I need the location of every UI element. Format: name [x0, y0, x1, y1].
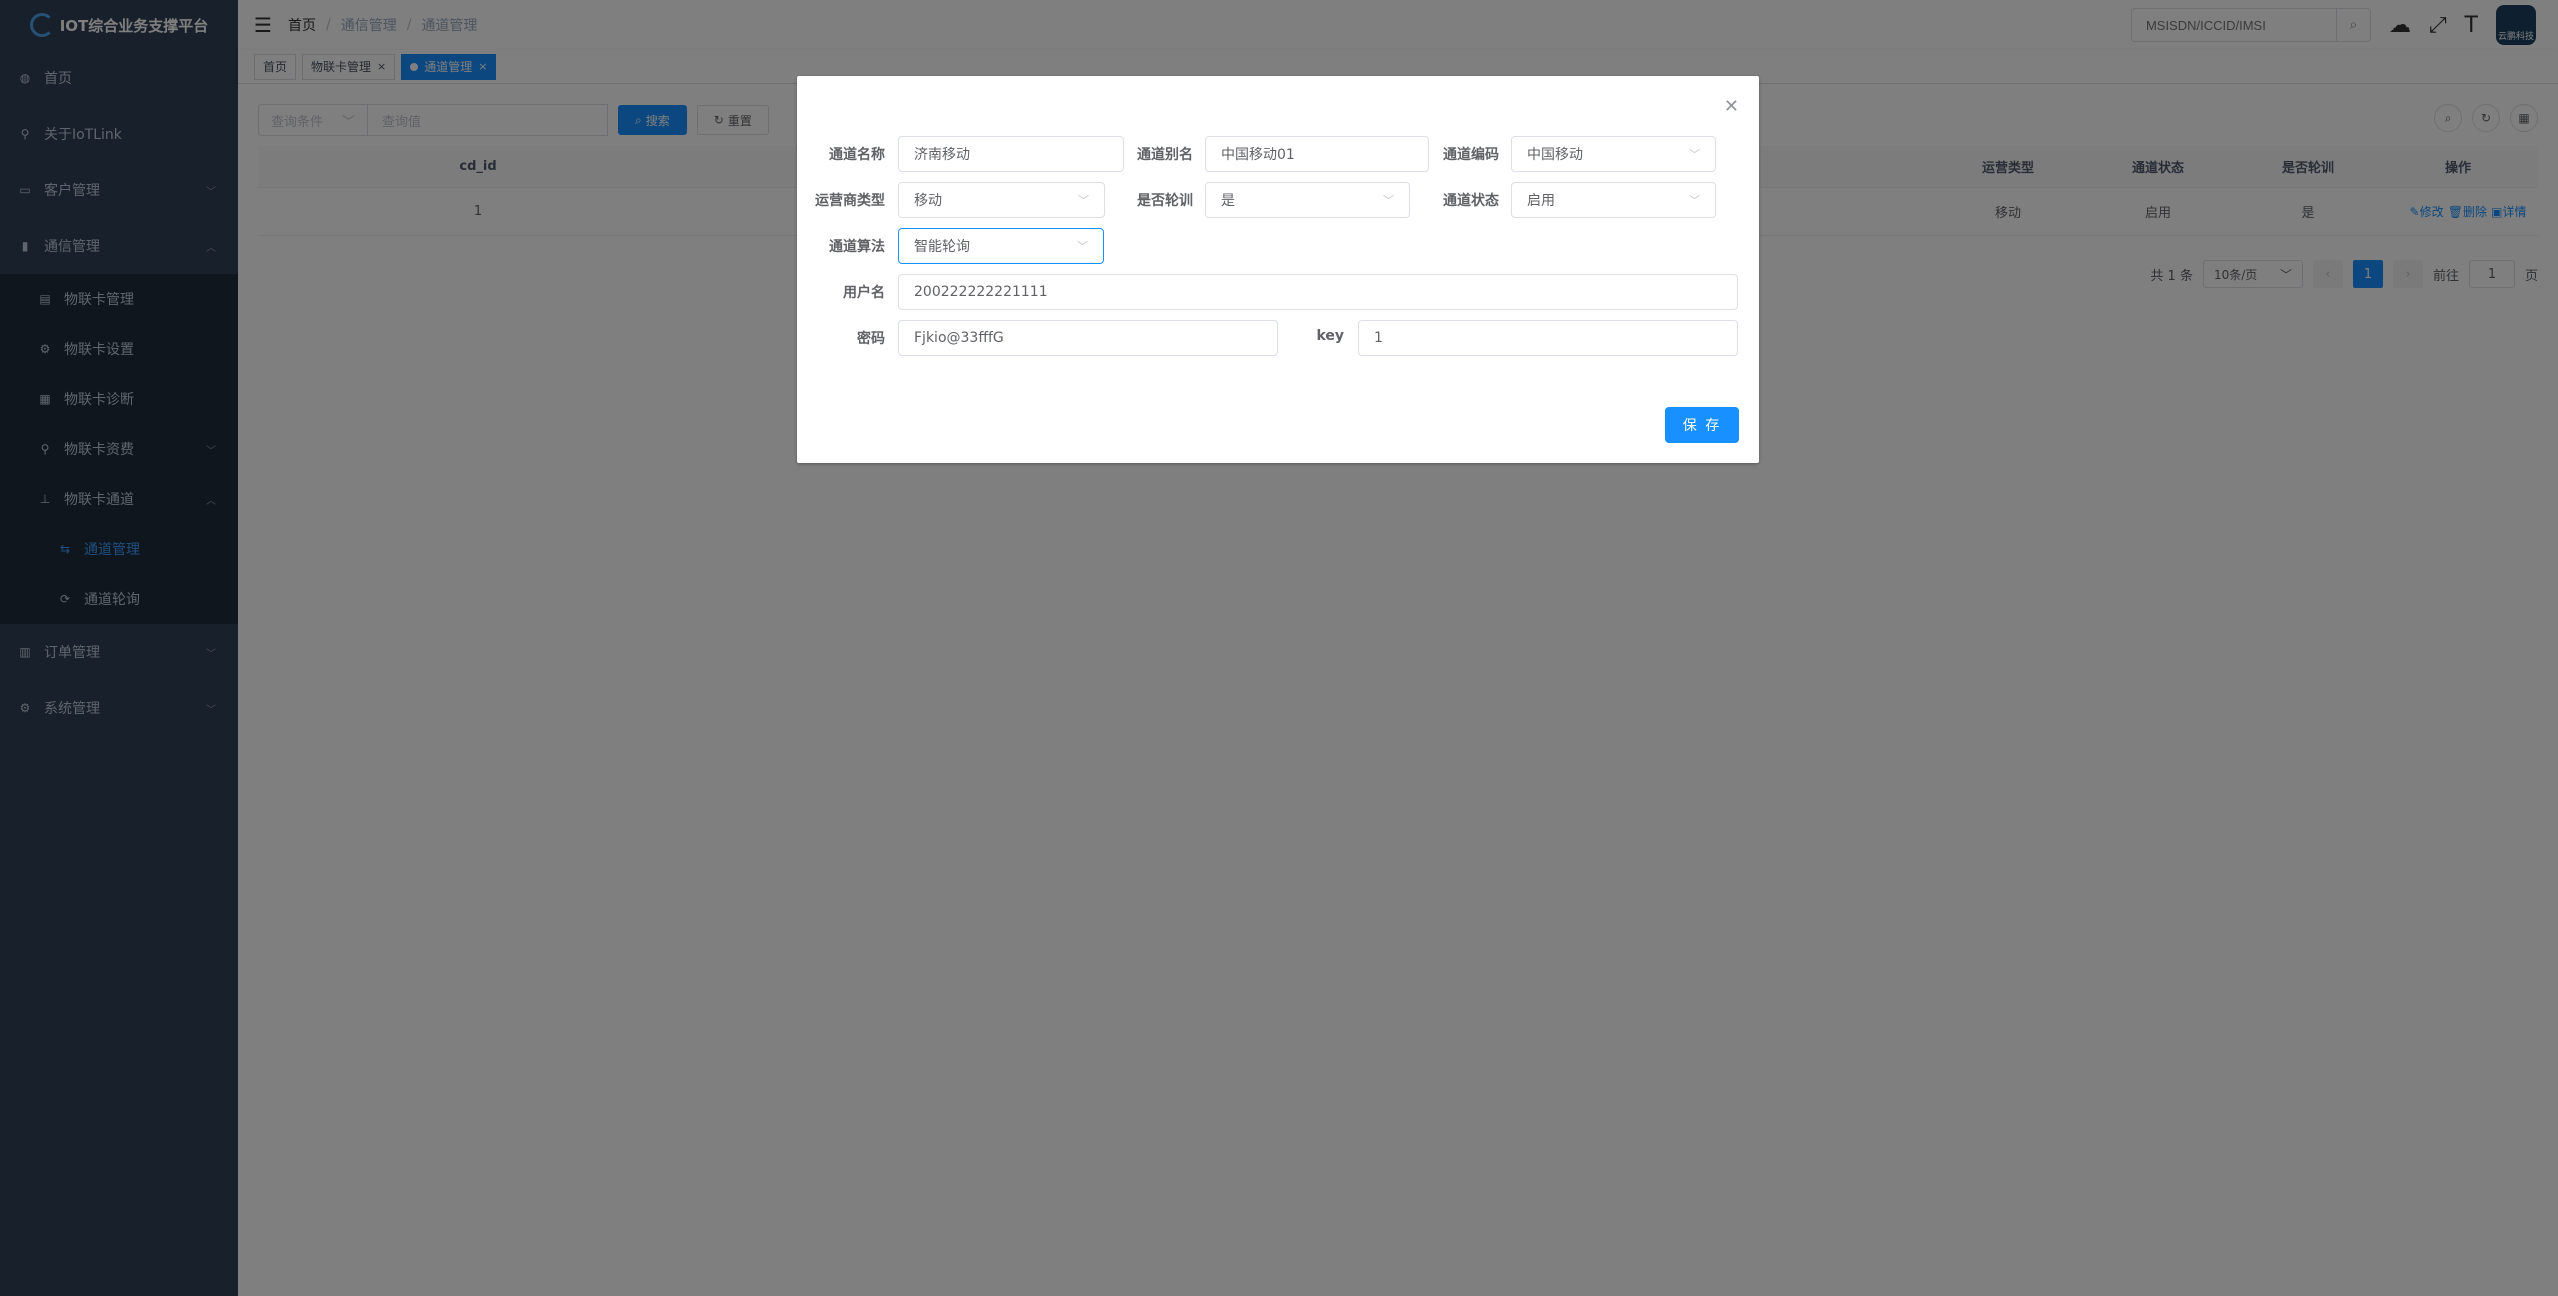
channel-alias-field[interactable]: 中国移动01 [1205, 136, 1429, 172]
select-value: 启用 [1527, 193, 1555, 209]
select-value: 中国移动 [1527, 147, 1583, 163]
field-value: 1 [1374, 330, 1383, 346]
chevron-down-icon: ﹀ [1383, 194, 1394, 207]
save-button[interactable]: 保 存 [1665, 407, 1739, 443]
channel-name-label: 通道名称 [829, 147, 885, 163]
channel-code-label: 通道编码 [1443, 147, 1499, 163]
username-field[interactable]: 200222222221111 [898, 274, 1738, 310]
close-icon[interactable]: ✕ [1724, 96, 1739, 117]
chevron-down-icon: ﹀ [1077, 240, 1088, 253]
channel-alias-label: 通道别名 [1137, 147, 1193, 163]
password-label: 密码 [857, 331, 885, 347]
operator-type-label: 运营商类型 [815, 193, 885, 209]
username-label: 用户名 [843, 285, 885, 301]
chevron-down-icon: ﹀ [1078, 194, 1089, 207]
field-value: 中国移动01 [1221, 147, 1295, 163]
channel-status-label: 通道状态 [1443, 193, 1499, 209]
polling-select[interactable]: 是 ﹀ [1205, 182, 1410, 218]
key-label: key [1316, 328, 1344, 344]
channel-name-field[interactable]: 济南移动 [898, 136, 1124, 172]
channel-code-select[interactable]: 中国移动 ﹀ [1511, 136, 1716, 172]
select-value: 移动 [914, 193, 942, 209]
field-value: 200222222221111 [914, 284, 1048, 300]
channel-status-select[interactable]: 启用 ﹀ [1511, 182, 1716, 218]
field-value: Fjkio@33fffG [914, 330, 1004, 346]
password-field[interactable]: Fjkio@33fffG [898, 320, 1278, 356]
chevron-down-icon: ﹀ [1689, 194, 1700, 207]
polling-label: 是否轮训 [1137, 193, 1193, 209]
field-value: 济南移动 [914, 147, 970, 163]
channel-edit-dialog: ✕ 通道名称 济南移动 通道别名 中国移动01 通道编码 中国移动 ﹀ 运营商类… [797, 76, 1759, 463]
algorithm-select[interactable]: 智能轮询 ﹀ [898, 228, 1104, 264]
algorithm-label: 通道算法 [829, 239, 885, 255]
operator-type-select[interactable]: 移动 ﹀ [898, 182, 1105, 218]
select-value: 是 [1221, 193, 1235, 209]
key-field[interactable]: 1 [1358, 320, 1738, 356]
select-value: 智能轮询 [914, 239, 970, 255]
chevron-down-icon: ﹀ [1689, 148, 1700, 161]
